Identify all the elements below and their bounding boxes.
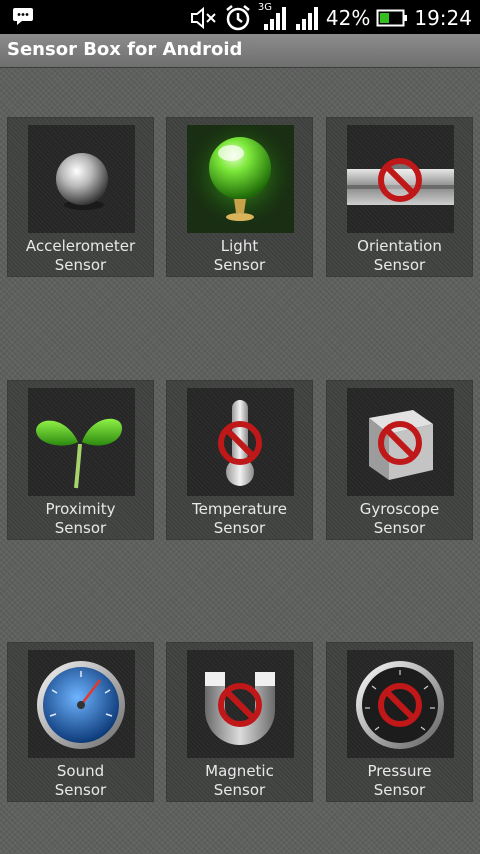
tile-label: Sound Sensor <box>54 762 107 799</box>
mute-icon <box>190 6 218 30</box>
app-title: Sensor Box for Android <box>7 39 243 60</box>
signal-icon <box>263 7 286 30</box>
tile-magnetic-sensor[interactable]: Magnetic Sensor <box>166 642 313 802</box>
tile-label: Orientation Sensor <box>357 237 442 274</box>
tile-gyroscope-sensor[interactable]: Gyroscope Sensor <box>326 380 473 540</box>
clock: 19:24 <box>414 6 472 30</box>
metal-ball-icon <box>28 125 135 233</box>
battery-percent: 42% <box>325 6 371 30</box>
tile-temperature-sensor[interactable]: Temperature Sensor <box>166 380 313 540</box>
tile-label: Magnetic Sensor <box>205 762 274 799</box>
pressure-gauge-icon <box>347 650 454 758</box>
tile-label: Temperature Sensor <box>191 500 288 537</box>
cube-icon <box>347 388 454 496</box>
tile-label: Gyroscope Sensor <box>359 500 440 537</box>
tile-label: Light Sensor <box>213 237 266 274</box>
tile-label: Pressure Sensor <box>367 762 432 799</box>
alarm-icon <box>224 4 252 32</box>
thermometer-icon <box>187 388 294 496</box>
tile-accelerometer-sensor[interactable]: Accelerometer Sensor <box>7 117 154 277</box>
chat-icon <box>12 6 34 26</box>
status-bar: 3G 42% 19:24 <box>0 0 480 34</box>
level-tube-icon <box>347 125 454 233</box>
tile-light-sensor[interactable]: Light Sensor <box>166 117 313 277</box>
tile-label: Accelerometer Sensor <box>25 237 136 274</box>
sprout-icon <box>28 388 135 496</box>
app-title-bar: Sensor Box for Android <box>0 34 480 68</box>
sound-meter-icon <box>28 650 135 758</box>
tile-proximity-sensor[interactable]: Proximity Sensor <box>7 380 154 540</box>
tile-orientation-sensor[interactable]: Orientation Sensor <box>326 117 473 277</box>
tile-pressure-sensor[interactable]: Pressure Sensor <box>326 642 473 802</box>
magnet-icon <box>187 650 294 758</box>
green-light-bulb-icon <box>187 125 294 233</box>
network-signal: 3G <box>258 2 288 32</box>
tile-sound-sensor[interactable]: Sound Sensor <box>7 642 154 802</box>
tile-label: Proximity Sensor <box>45 500 116 537</box>
battery-icon <box>376 8 408 28</box>
signal-icon-2 <box>294 4 320 32</box>
